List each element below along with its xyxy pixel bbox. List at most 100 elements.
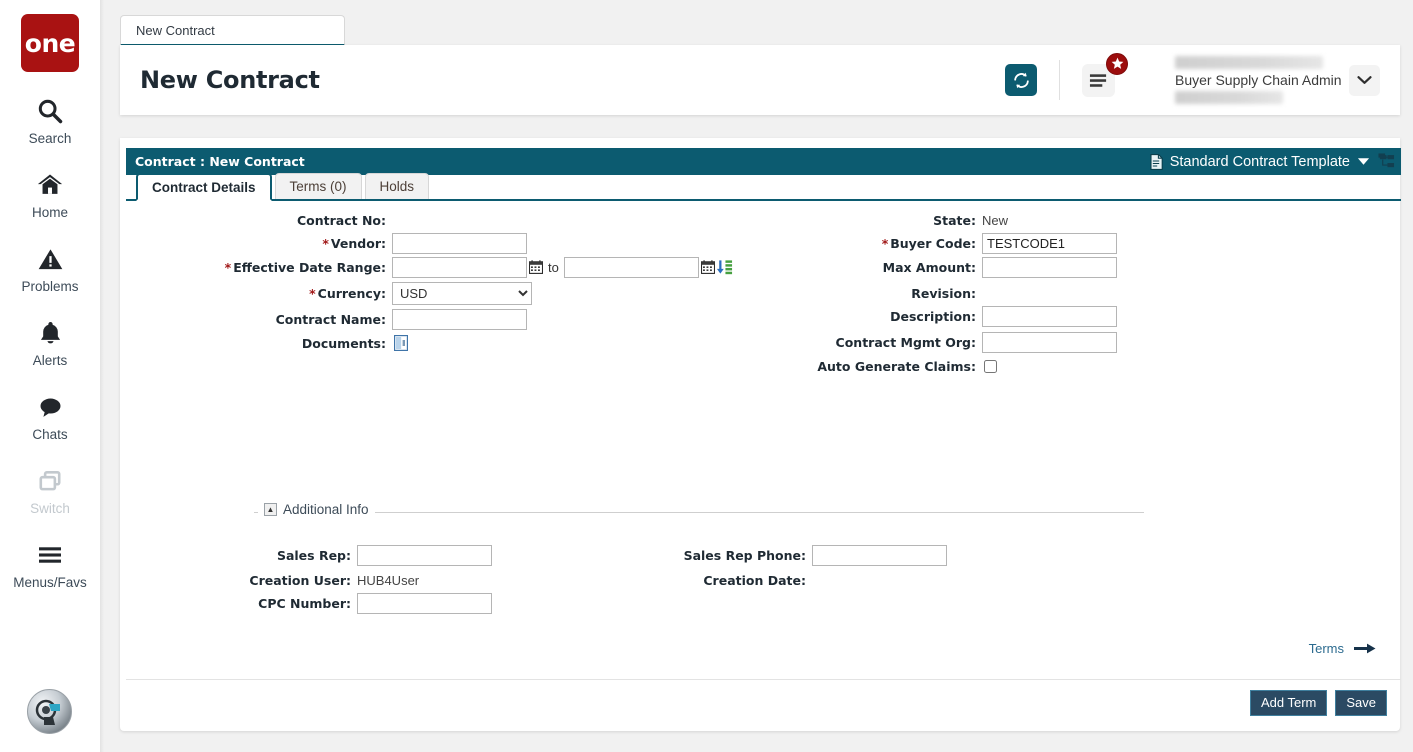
bell-icon	[37, 316, 64, 350]
buyer-code-label: *Buyer Code:	[716, 236, 976, 251]
contract-no-label: Contract No:	[126, 213, 386, 228]
rail-item-switch[interactable]: Switch	[0, 464, 100, 516]
left-nav-rail: one Search Home Problems Alerts Chats	[0, 0, 100, 752]
rail-item-problems[interactable]: Problems	[0, 242, 100, 294]
documents-label: Documents:	[126, 336, 386, 351]
app-logo-text: one	[25, 29, 75, 58]
contract-form: Contract No: *Vendor: *Effective Date Ra…	[126, 204, 1401, 684]
hierarchy-tree-icon[interactable]	[1378, 153, 1395, 170]
cpc-number-input[interactable]	[357, 593, 492, 614]
contract-mgmt-org-input[interactable]	[982, 332, 1117, 353]
contract-tabs: Contract Details Terms (0) Holds	[126, 175, 1401, 201]
refresh-button[interactable]	[1005, 64, 1037, 96]
revision-label: Revision:	[716, 286, 976, 301]
effective-date-to-input[interactable]	[564, 257, 699, 278]
currency-select[interactable]: USD	[392, 282, 532, 305]
tab-terms-label: Terms (0)	[290, 179, 347, 194]
warning-triangle-icon	[36, 242, 65, 276]
vendor-label: *Vendor:	[126, 236, 386, 251]
tab-strip: New Contract	[110, 0, 1400, 46]
description-label: Description:	[716, 309, 976, 324]
arrow-right-icon	[1354, 643, 1376, 654]
rail-label-problems: Problems	[21, 279, 78, 294]
sales-rep-phone-input[interactable]	[812, 545, 947, 566]
tab-terms[interactable]: Terms (0)	[275, 173, 362, 199]
search-icon	[36, 94, 64, 128]
required-marker: *	[882, 236, 889, 251]
rail-label-home: Home	[32, 205, 68, 220]
add-term-button[interactable]: Add Term	[1250, 690, 1327, 716]
document-attachment-icon[interactable]	[394, 335, 408, 351]
chevron-down-icon	[1357, 75, 1372, 85]
page-title: New Contract	[140, 66, 320, 94]
auto-generate-claims-label: Auto Generate Claims:	[716, 359, 976, 374]
terms-link[interactable]: Terms	[1309, 641, 1376, 656]
chat-bubble-icon	[36, 390, 65, 424]
menu-badge	[1106, 53, 1128, 75]
contract-name-label: Contract Name:	[126, 312, 386, 327]
rail-label-menus-favs: Menus/Favs	[13, 575, 87, 590]
sales-rep-input[interactable]	[357, 545, 492, 566]
contract-mgmt-org-label: Contract Mgmt Org:	[716, 335, 976, 350]
tab-holds-label: Holds	[380, 179, 415, 194]
rail-item-home[interactable]: Home	[0, 168, 100, 220]
template-label: Standard Contract Template	[1170, 154, 1350, 170]
sales-rep-label: Sales Rep:	[126, 548, 351, 563]
ai-assistant-avatar[interactable]	[27, 689, 72, 734]
additional-info-section: ▲ Additional Info	[254, 512, 1144, 513]
calendar-icon-to[interactable]	[701, 260, 715, 274]
user-info-block[interactable]: Buyer Supply Chain Admin	[1175, 56, 1335, 104]
vendor-input[interactable]	[392, 233, 527, 254]
user-menu-button[interactable]	[1349, 65, 1380, 96]
contract-panel: Contract : New Contract Standard Contrac…	[120, 138, 1400, 731]
rail-item-menus-favs[interactable]: Menus/Favs	[0, 538, 100, 590]
form-footer: Add Term Save	[126, 679, 1401, 725]
document-icon	[1150, 154, 1163, 170]
cpc-number-label: CPC Number:	[126, 596, 351, 611]
required-marker: *	[322, 236, 329, 251]
chevron-down-icon	[1357, 157, 1370, 166]
description-input[interactable]	[982, 306, 1117, 327]
page-header: New Contract	[120, 45, 1400, 115]
sales-rep-phone-label: Sales Rep Phone:	[546, 548, 806, 563]
state-value: New	[982, 213, 1008, 228]
rail-label-chats: Chats	[32, 427, 67, 442]
robot-head-icon	[33, 695, 67, 729]
tab-new-contract[interactable]: New Contract	[120, 15, 345, 46]
buyer-code-input[interactable]	[982, 233, 1117, 254]
contract-panel-title: Contract : New Contract	[135, 154, 305, 169]
max-amount-input[interactable]	[982, 257, 1117, 278]
rail-divider	[100, 0, 104, 752]
auto-generate-claims-checkbox[interactable]	[984, 360, 997, 373]
creation-user-label: Creation User:	[126, 573, 351, 588]
additional-info-legend[interactable]: ▲ Additional Info	[258, 502, 375, 517]
user-role-label: Buyer Supply Chain Admin	[1175, 72, 1342, 88]
terms-link-label: Terms	[1309, 641, 1344, 656]
app-logo[interactable]: one	[21, 14, 79, 72]
contract-name-input[interactable]	[392, 309, 527, 330]
date-range-to-word: to	[548, 260, 559, 275]
rail-item-search[interactable]: Search	[0, 94, 100, 146]
currency-label: *Currency:	[126, 286, 386, 301]
user-name-redacted	[1175, 56, 1323, 69]
additional-info-label: Additional Info	[283, 502, 369, 517]
user-org-redacted	[1175, 91, 1283, 104]
header-actions: Buyer Supply Chain Admin	[1005, 45, 1400, 115]
rail-label-switch: Switch	[30, 501, 70, 516]
save-button[interactable]: Save	[1335, 690, 1387, 716]
required-marker: *	[309, 286, 316, 301]
tab-contract-details-label: Contract Details	[152, 180, 256, 195]
tab-contract-details[interactable]: Contract Details	[136, 173, 272, 201]
collapse-toggle-icon[interactable]: ▲	[264, 503, 277, 516]
rail-item-chats[interactable]: Chats	[0, 390, 100, 442]
switch-windows-icon	[36, 464, 64, 498]
contract-panel-header: Contract : New Contract Standard Contrac…	[126, 148, 1401, 175]
header-divider	[1059, 60, 1060, 100]
tab-holds[interactable]: Holds	[365, 173, 430, 199]
hamburger-icon	[35, 538, 65, 572]
template-selector[interactable]: Standard Contract Template	[1150, 154, 1378, 170]
rail-item-alerts[interactable]: Alerts	[0, 316, 100, 368]
effective-date-from-input[interactable]	[392, 257, 527, 278]
menu-button-wrapper[interactable]	[1082, 64, 1115, 97]
calendar-icon-from[interactable]	[529, 260, 543, 274]
